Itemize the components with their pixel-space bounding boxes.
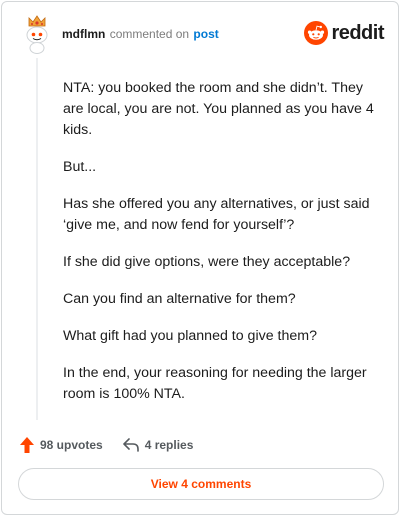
thread-line[interactable] (36, 58, 38, 420)
comment-paragraph: But... (63, 159, 97, 175)
comment-paragraph: What gift had you planned to give them? (63, 328, 317, 344)
replies-count: 4 replies (144, 438, 194, 452)
comment-body: NTA: you booked the room and she didn’t.… (63, 78, 385, 421)
reddit-snoo-icon (304, 21, 329, 45)
replies-button[interactable]: 4 replies (122, 438, 194, 452)
comment-paragraph: NTA: you booked the room and she didn’t.… (63, 80, 374, 138)
comment-byline: mdflmn commented on post (62, 27, 219, 41)
snoo-avatar-icon (26, 15, 48, 54)
reddit-wordmark: reddit (331, 21, 384, 44)
comment-paragraph: Can you find an alternative for them? (63, 291, 296, 307)
reply-arrow-icon (122, 438, 139, 452)
user-avatar[interactable] (20, 14, 54, 54)
byline-action-text: commented on (109, 27, 190, 41)
comment-paragraph: Has she offered you any alternatives, or… (63, 196, 370, 233)
upvote-count: 98 upvotes (40, 438, 103, 452)
post-link[interactable]: post (193, 27, 218, 41)
comment-card: mdflmn commented on post reddit NTA: you… (1, 1, 399, 515)
view-comments-button[interactable]: View 4 comments (18, 468, 384, 500)
comment-paragraph: If she did give options, were they accep… (63, 254, 351, 270)
comment-actions: 98 upvotes 4 replies (20, 434, 193, 456)
upvote-arrow-icon (20, 437, 34, 453)
comment-header: mdflmn commented on post reddit (20, 14, 384, 54)
username-link[interactable]: mdflmn (62, 27, 105, 41)
reddit-logo[interactable]: reddit (304, 20, 384, 46)
upvote-button[interactable]: 98 upvotes (20, 437, 103, 453)
comment-paragraph: In the end, your reasoning for needing t… (63, 365, 367, 402)
